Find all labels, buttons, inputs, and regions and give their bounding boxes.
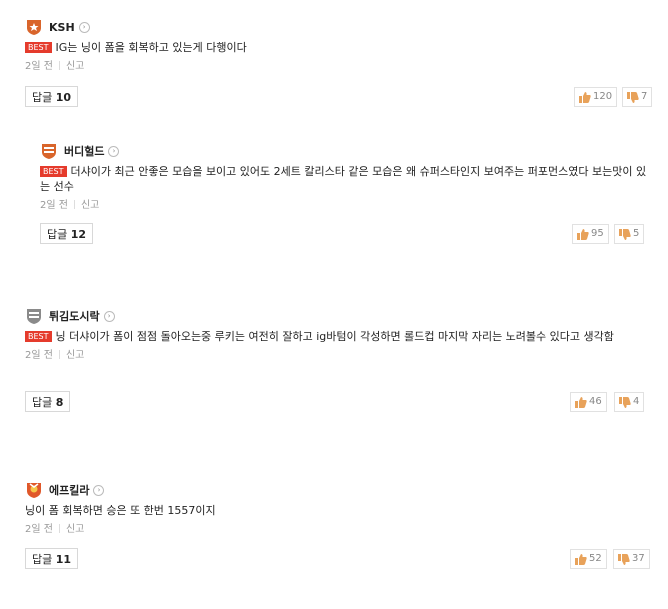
comment-text: 닝 더샤이가 폼이 점점 돌아오는중 루키는 여전히 잘하고 ig바텀이 각성하…: [55, 330, 614, 343]
dislike-button[interactable]: 4: [614, 392, 645, 412]
dislike-count: 7: [641, 91, 648, 102]
like-button[interactable]: 46: [570, 392, 607, 412]
comment-item: KSH › BEST IG는 닝이 폼을 회복하고 있는게 다행이다 2일 전 신고: [25, 18, 645, 72]
thumbs-down-icon: [627, 91, 639, 103]
like-count: 52: [589, 553, 602, 564]
like-count: 95: [591, 228, 604, 239]
comment-nickname[interactable]: 버디헐드: [64, 143, 104, 159]
reply-count: 11: [55, 553, 72, 566]
like-count: 46: [589, 396, 602, 407]
thumbs-up-icon: [575, 553, 587, 565]
dislike-count: 4: [633, 396, 640, 407]
report-link[interactable]: 신고: [81, 200, 99, 211]
comment-item: 튀김도시락 › BEST 닝 더샤이가 폼이 점점 돌아오는중 루키는 여전히 잘…: [25, 307, 650, 361]
report-link[interactable]: 신고: [66, 524, 84, 535]
level-badge-icon: [40, 142, 58, 160]
comment-nickname[interactable]: KSH: [49, 21, 75, 34]
thumbs-up-icon: [577, 228, 589, 240]
thumbs-down-icon: [619, 228, 631, 240]
comment-body: BEST 닝 더샤이가 폼이 점점 돌아오는중 루키는 여전히 잘하고 ig바텀이…: [25, 329, 650, 344]
profile-arrow-icon[interactable]: ›: [78, 21, 90, 33]
reply-button[interactable]: 답글 12: [40, 223, 94, 244]
best-badge: BEST: [25, 42, 52, 53]
best-badge: BEST: [25, 331, 52, 342]
comment-body: BEST 더샤이가 최근 안좋은 모습을 보이고 있어도 2세트 칼리스타 같은 …: [40, 164, 650, 194]
level-badge-icon: [25, 307, 43, 325]
comment-time: 2일 전: [25, 61, 53, 72]
reply-label: 답글: [47, 228, 68, 241]
comment-item: 에프킬라 › 닝이 폼 회복하면 승은 또 한번 1557이지 2일 전 신고: [25, 481, 650, 535]
reply-count: 10: [55, 91, 72, 104]
dislike-button[interactable]: 37: [613, 549, 650, 569]
like-button[interactable]: 95: [572, 224, 609, 244]
comment-meta: 2일 전 신고: [25, 346, 650, 361]
reply-label: 답글: [32, 396, 53, 409]
thumbs-up-icon: [575, 396, 587, 408]
comment-time: 2일 전: [25, 350, 53, 361]
report-link[interactable]: 신고: [66, 350, 84, 361]
comment-nickname[interactable]: 튀김도시락: [49, 308, 100, 324]
dislike-button[interactable]: 5: [614, 224, 645, 244]
dislike-button[interactable]: 7: [622, 87, 653, 107]
dislike-count: 5: [633, 228, 640, 239]
profile-arrow-icon[interactable]: ›: [93, 484, 105, 496]
reply-button[interactable]: 답글 8: [25, 391, 71, 412]
reply-count: 8: [55, 396, 64, 409]
comment-text: 더샤이가 최근 안좋은 모습을 보이고 있어도 2세트 칼리스타 같은 모습은 …: [40, 165, 647, 193]
dislike-count: 37: [632, 553, 645, 564]
comment-time: 2일 전: [40, 200, 68, 211]
report-link[interactable]: 신고: [66, 61, 84, 72]
reply-label: 답글: [32, 553, 53, 566]
comment-body: BEST IG는 닝이 폼을 회복하고 있는게 다행이다: [25, 40, 645, 55]
profile-arrow-icon[interactable]: ›: [103, 310, 115, 322]
comment-item: 버디헐드 › BEST 더샤이가 최근 안좋은 모습을 보이고 있어도 2세트 칼…: [40, 142, 650, 211]
comment-text: 닝이 폼 회복하면 승은 또 한번 1557이지: [25, 504, 216, 517]
thumbs-down-icon: [619, 396, 631, 408]
reply-label: 답글: [32, 91, 53, 104]
like-button[interactable]: 120: [574, 87, 618, 107]
comment-meta: 2일 전 신고: [25, 57, 645, 72]
comment-time: 2일 전: [25, 524, 53, 535]
reply-button[interactable]: 답글 10: [25, 86, 79, 107]
level-badge-icon: [25, 18, 43, 36]
profile-arrow-icon[interactable]: ›: [108, 145, 120, 157]
comment-nickname[interactable]: 에프킬라: [49, 482, 89, 498]
comment-body: 닝이 폼 회복하면 승은 또 한번 1557이지: [25, 503, 650, 518]
thumbs-down-icon: [618, 553, 630, 565]
reply-button[interactable]: 답글 11: [25, 548, 79, 569]
reply-count: 12: [70, 228, 87, 241]
comment-meta: 2일 전 신고: [40, 196, 650, 211]
comment-text: IG는 닝이 폼을 회복하고 있는게 다행이다: [55, 41, 247, 54]
comment-meta: 2일 전 신고: [25, 520, 650, 535]
thumbs-up-icon: [579, 91, 591, 103]
level-badge-icon: [25, 481, 43, 499]
like-count: 120: [593, 91, 613, 102]
best-badge: BEST: [40, 166, 67, 177]
like-button[interactable]: 52: [570, 549, 607, 569]
